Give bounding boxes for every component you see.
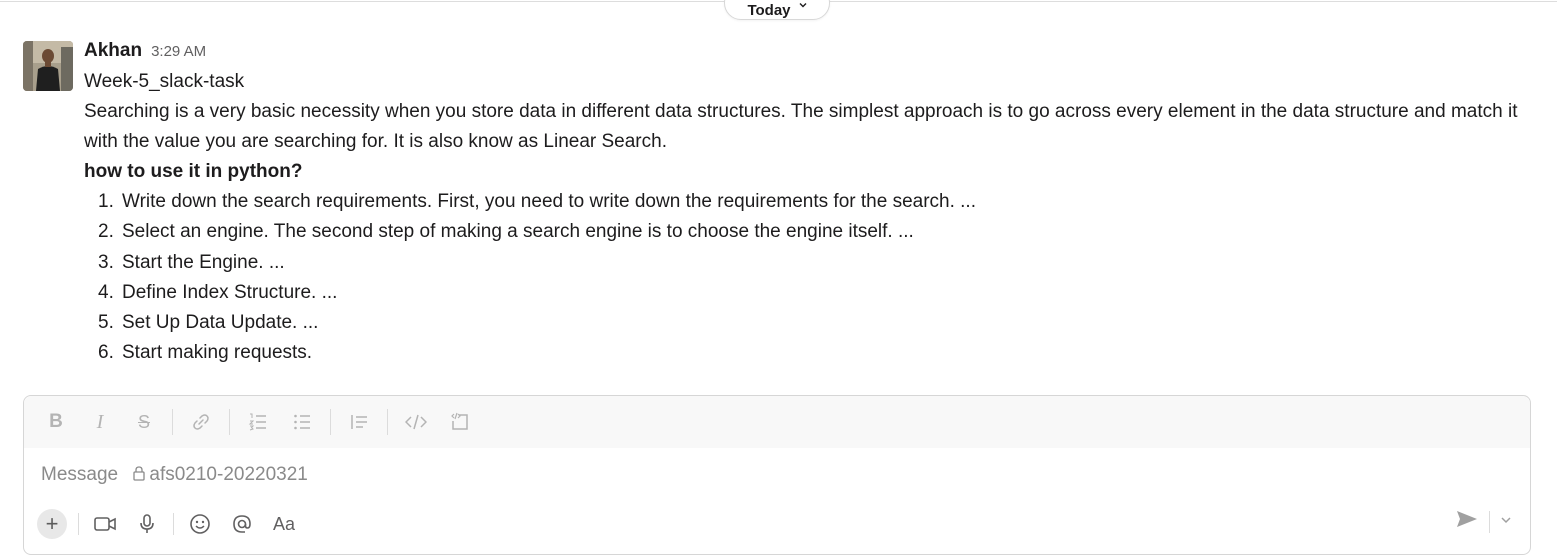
blockquote-icon [351, 415, 367, 429]
plus-icon: + [37, 509, 67, 539]
format-button[interactable]: Aa [268, 508, 300, 540]
message-paragraph: Searching is a very basic necessity when… [84, 101, 1518, 152]
message-subheading: how to use it in python? [84, 161, 303, 182]
composer-divider [78, 513, 79, 535]
mention-icon [233, 515, 251, 533]
list-item: 1. Write down the search requirements. Fi… [98, 191, 976, 212]
link-button[interactable] [179, 404, 223, 440]
lock-icon [133, 466, 146, 481]
send-icon [1457, 511, 1477, 527]
toolbar-divider [172, 409, 173, 435]
message-title: Week-5_slack-task [84, 71, 245, 92]
bulleted-list-icon [294, 414, 310, 430]
toolbar-divider [387, 409, 388, 435]
bulleted-list-button[interactable] [280, 404, 324, 440]
send-options-button[interactable] [1500, 513, 1512, 531]
toolbar-divider [229, 409, 230, 435]
message-input[interactable]: Message afs0210-20220321 [24, 448, 1530, 502]
toolbar-divider [330, 409, 331, 435]
sender-name[interactable]: Akhan [84, 40, 142, 62]
list-item: 6. Start making requests. [98, 342, 313, 364]
date-divider-button[interactable]: Today [724, 0, 830, 20]
microphone-icon [140, 514, 154, 533]
code-button[interactable] [394, 404, 438, 440]
blockquote-button[interactable] [337, 404, 381, 440]
video-clip-button[interactable] [89, 508, 121, 540]
date-divider-label: Today [747, 1, 791, 19]
composer-divider [173, 513, 174, 535]
list-item: 5. Set Up Data Update. ... [98, 312, 319, 334]
list-item: 2. Select an engine. The second step of m… [98, 221, 914, 243]
code-block-icon [451, 412, 468, 430]
video-icon [94, 517, 116, 531]
list-item: 3. Start the Engine. ... [98, 251, 285, 273]
message-input-placeholder: Message afs0210-20220321 [41, 464, 308, 485]
mention-button[interactable] [226, 508, 258, 540]
bold-button[interactable]: B [34, 404, 78, 440]
chevron-down-icon [799, 3, 807, 8]
avatar-photo-icon [23, 41, 73, 91]
formatting-toolbar: B I S [24, 396, 1530, 448]
attach-button[interactable]: + [36, 508, 68, 540]
link-icon [193, 414, 209, 430]
message-body: Akhan 3:29 AM Week-5_slack-task Searchin… [84, 40, 1537, 369]
steps-list: 1. Write down the search requirements. Fi… [84, 187, 1537, 369]
code-icon [405, 414, 427, 430]
italic-button[interactable]: I [78, 404, 122, 440]
send-options-chevron-icon [1501, 516, 1511, 523]
format-icon: Aa [272, 513, 296, 534]
message-composer: B I S Message afs0210-20220321 + Aa [23, 395, 1531, 555]
emoji-button[interactable] [184, 508, 216, 540]
audio-clip-button[interactable] [131, 508, 163, 540]
message-timestamp[interactable]: 3:29 AM [151, 43, 206, 60]
message-header: Akhan 3:29 AM [84, 40, 1537, 64]
send-divider [1489, 510, 1490, 533]
ordered-list-button[interactable] [236, 404, 280, 440]
avatar[interactable] [23, 41, 73, 91]
code-block-button[interactable] [438, 404, 482, 440]
ordered-list-icon [248, 413, 266, 431]
list-item: 4. Define Index Structure. ... [98, 281, 338, 303]
strikethrough-button[interactable]: S [122, 404, 166, 440]
emoji-icon [190, 514, 210, 534]
composer-actions: + Aa [24, 504, 1530, 544]
